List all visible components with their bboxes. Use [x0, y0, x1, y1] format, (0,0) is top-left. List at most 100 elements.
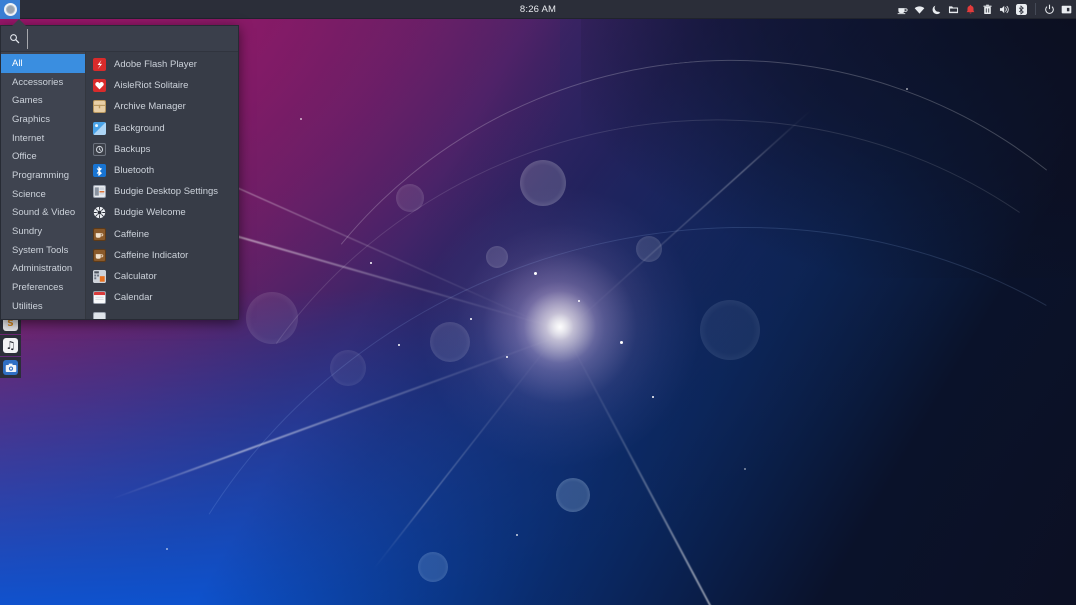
screenshot-dock-icon	[3, 360, 18, 375]
application-list[interactable]: Adobe Flash Player AisleRiot Solitaire A…	[86, 52, 238, 319]
top-panel: 8:26 AM	[0, 0, 1076, 19]
menu-pointer-tail	[12, 19, 26, 26]
adobe-flash-player-icon	[93, 58, 106, 72]
category-item-accessories[interactable]: Accessories	[1, 73, 85, 92]
category-item-science[interactable]: Science	[1, 185, 85, 204]
app-label: Budgie Desktop Settings	[114, 186, 219, 198]
wallpaper-sparkle	[506, 356, 508, 358]
panel-clock[interactable]: 8:26 AM	[520, 4, 556, 15]
caffeine-tray-icon[interactable]	[897, 4, 908, 15]
category-label: Administration	[12, 263, 73, 275]
app-label: Background	[114, 122, 165, 134]
files-tray-icon[interactable]	[948, 4, 959, 15]
category-item-games[interactable]: Games	[1, 91, 85, 110]
raven-tray-icon[interactable]	[1061, 4, 1072, 15]
music-player-dock-icon: ♫	[3, 338, 18, 353]
wallpaper-sparkle	[370, 262, 372, 264]
app-item-aisleriot-solitaire[interactable]: AisleRiot Solitaire	[86, 75, 238, 96]
category-label: Programming	[12, 169, 70, 181]
category-item-administration[interactable]: Administration	[1, 260, 85, 279]
volume-tray-icon[interactable]	[999, 4, 1010, 15]
system-tray	[897, 3, 1072, 15]
bluetooth-tray-icon[interactable]	[1016, 3, 1027, 15]
app-item-caffeine[interactable]: Caffeine	[86, 224, 238, 245]
notification-bell-icon[interactable]	[965, 4, 976, 15]
category-item-programming[interactable]: Programming	[1, 166, 85, 185]
category-label: Office	[12, 151, 37, 163]
category-item-preferences[interactable]: Preferences	[1, 278, 85, 297]
wallpaper-bokeh-3	[246, 292, 298, 344]
category-item-office[interactable]: Office	[1, 147, 85, 166]
wallpaper-light-burst	[399, 166, 720, 487]
app-label: Budgie Welcome	[114, 207, 186, 219]
tray-separator	[1035, 3, 1036, 15]
category-list: All Accessories Games Graphics Internet …	[1, 52, 86, 319]
app-item-calendar[interactable]: Calendar	[86, 287, 238, 308]
menu-body: All Accessories Games Graphics Internet …	[1, 52, 238, 319]
background-settings-icon	[93, 121, 106, 135]
app-item-background[interactable]: Background	[86, 118, 238, 139]
application-menu-popover: All Accessories Games Graphics Internet …	[0, 25, 239, 320]
budgie-menu-button[interactable]	[0, 0, 20, 19]
app-item-caffeine-indicator[interactable]: Caffeine Indicator	[86, 245, 238, 266]
budgie-welcome-icon	[93, 206, 106, 219]
category-label: Accessories	[12, 76, 64, 88]
search-icon	[9, 33, 22, 44]
category-label: Graphics	[12, 113, 51, 125]
menu-search-row	[1, 26, 238, 52]
category-label: Science	[12, 188, 46, 200]
wallpaper-sparkle	[652, 396, 654, 398]
aisleriot-solitaire-icon	[93, 79, 106, 93]
night-light-moon-icon[interactable]	[931, 4, 942, 15]
category-item-system-tools[interactable]: System Tools	[1, 241, 85, 260]
dock-icon-glyph: S	[7, 318, 14, 329]
wallpaper-sparkle	[398, 344, 400, 346]
category-item-internet[interactable]: Internet	[1, 129, 85, 148]
caffeine-icon	[93, 227, 106, 241]
app-label: Calculator	[114, 270, 157, 282]
app-label: Caffeine Indicator	[114, 249, 189, 261]
app-item-budgie-desktop-settings[interactable]: Budgie Desktop Settings	[86, 181, 238, 202]
category-label: Sundry	[12, 226, 43, 238]
app-label: Adobe Flash Player	[114, 59, 197, 71]
category-label: System Tools	[12, 244, 69, 256]
category-item-sundry[interactable]: Sundry	[1, 222, 85, 241]
dock-item-screenshot[interactable]	[0, 357, 21, 378]
app-item-budgie-welcome[interactable]: Budgie Welcome	[86, 202, 238, 223]
desktop-screen: 8:26 AM All Accessories Games Graphics I…	[0, 0, 1076, 605]
category-item-all[interactable]: All	[1, 54, 85, 73]
dock-item-music-player[interactable]: ♫	[0, 335, 21, 356]
category-label: Games	[12, 95, 43, 107]
wallpaper-sparkle	[744, 468, 746, 470]
wifi-tray-icon[interactable]	[914, 4, 925, 15]
wallpaper-sparkle	[578, 300, 580, 302]
wallpaper-sparkle	[534, 272, 537, 275]
app-item-archive-manager[interactable]: Archive Manager	[86, 96, 238, 117]
app-label: Archive Manager	[114, 101, 186, 113]
category-label: Utilities	[12, 300, 43, 312]
app-label: AisleRiot Solitaire	[114, 80, 189, 92]
partial-app-icon	[93, 312, 106, 319]
category-item-graphics[interactable]: Graphics	[1, 110, 85, 129]
menu-search-input[interactable]	[27, 28, 230, 49]
trash-tray-icon[interactable]	[982, 4, 993, 15]
icon-dock: S ♫	[0, 313, 21, 379]
app-item-partial[interactable]	[86, 308, 238, 319]
app-item-backups[interactable]: Backups	[86, 139, 238, 160]
category-label: Preferences	[12, 282, 64, 294]
power-tray-icon[interactable]	[1044, 4, 1055, 15]
bluetooth-icon	[93, 164, 106, 178]
app-item-bluetooth[interactable]: Bluetooth	[86, 160, 238, 181]
wallpaper-bokeh-10	[330, 350, 366, 386]
wallpaper-sparkle	[470, 318, 472, 320]
archive-manager-icon	[93, 100, 106, 114]
category-item-sound-video[interactable]: Sound & Video	[1, 204, 85, 223]
app-label: Bluetooth	[114, 165, 155, 177]
app-item-calculator[interactable]: Calculator	[86, 266, 238, 287]
dock-icon-glyph: ♫	[5, 339, 16, 352]
wallpaper-sparkle	[620, 341, 623, 344]
wallpaper-sparkle	[906, 88, 908, 90]
app-item-adobe-flash-player[interactable]: Adobe Flash Player	[86, 54, 238, 75]
category-item-utilities[interactable]: Utilities	[1, 297, 85, 316]
wallpaper-sparkle	[300, 118, 302, 120]
